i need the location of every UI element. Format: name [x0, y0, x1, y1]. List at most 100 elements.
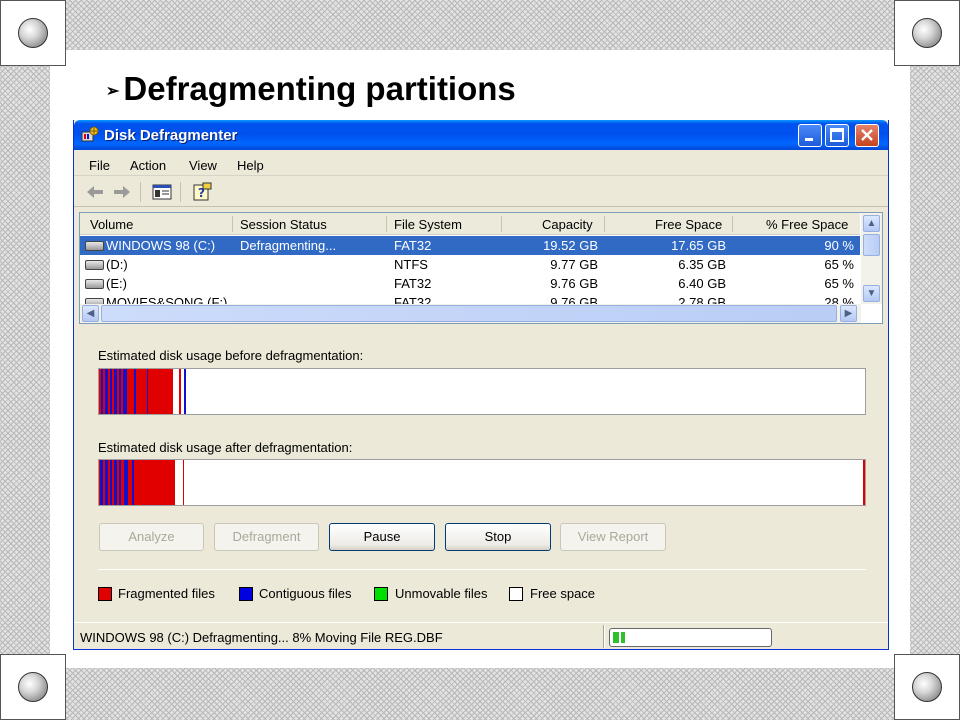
file-system: FAT32 — [394, 276, 432, 291]
volume-name: (E:) — [106, 276, 127, 291]
help-button[interactable]: ? — [190, 181, 214, 203]
scroll-left-button[interactable]: ◀ — [82, 305, 99, 322]
show-hide-tree-button[interactable] — [150, 181, 174, 203]
contiguous-segment — [110, 460, 112, 505]
free-space: 6.40 GB — [678, 276, 726, 291]
legend-free-space: Free space — [530, 586, 596, 601]
fragmented-segment — [863, 460, 865, 505]
status-divider — [603, 625, 605, 648]
defrag-progress-bar — [609, 628, 772, 647]
percent-free-space: 65 % — [824, 257, 854, 272]
divider-line — [98, 569, 866, 570]
title-bar[interactable]: Disk Defragmenter — [74, 120, 888, 150]
stop-button[interactable]: Stop — [445, 523, 551, 551]
volume-name: (D:) — [106, 257, 128, 272]
volume-row[interactable]: WINDOWS 98 (C:) Defragmenting... FAT32 1… — [80, 236, 860, 255]
menu-help[interactable]: Help — [237, 158, 264, 173]
horizontal-scrollbar[interactable]: ◀ ▶ — [80, 304, 861, 323]
free-space: 17.65 GB — [671, 238, 726, 253]
frame-left-band — [0, 0, 50, 720]
volume-list-header: Volume Session Status File System Capaci… — [80, 213, 860, 235]
scroll-up-button[interactable]: ▲ — [863, 215, 880, 232]
defragment-button[interactable]: Defragment — [214, 523, 319, 551]
column-header-volume[interactable]: Volume — [90, 217, 133, 232]
help-icon: ? — [193, 182, 212, 201]
column-header-percent-free-space[interactable]: % Free Space — [766, 217, 848, 232]
maximize-button[interactable] — [825, 124, 849, 147]
horizontal-scroll-thumb[interactable] — [101, 305, 837, 322]
column-divider[interactable] — [501, 216, 502, 232]
forward-arrow-icon — [114, 186, 130, 198]
legend-fragmented-files: Fragmented files — [118, 586, 215, 601]
column-header-free-space[interactable]: Free Space — [655, 217, 722, 232]
after-defrag-label: Estimated disk usage after defragmentati… — [98, 440, 353, 455]
disk-usage-before-map — [98, 368, 866, 415]
fragmented-files-swatch — [98, 587, 112, 601]
slide-title-text: Defragmenting partitions — [123, 70, 516, 107]
column-header-session-status[interactable]: Session Status — [240, 217, 327, 232]
fragmented-segment — [183, 460, 184, 505]
volume-row[interactable]: (E:) FAT32 9.76 GB 6.40 GB 65 % — [80, 274, 860, 293]
column-divider[interactable] — [232, 216, 233, 232]
contiguous-segment — [124, 460, 128, 505]
frame-corner-bottom-right — [894, 654, 960, 720]
contiguous-segment — [114, 369, 117, 414]
contiguous-files-swatch — [239, 587, 253, 601]
contiguous-segment — [134, 369, 136, 414]
view-report-button[interactable]: View Report — [560, 523, 666, 551]
contiguous-segment — [114, 460, 117, 505]
menu-action[interactable]: Action — [130, 158, 166, 173]
column-divider[interactable] — [604, 216, 605, 232]
rivet-icon — [912, 672, 942, 702]
free-space: 6.35 GB — [678, 257, 726, 272]
contiguous-segment — [123, 369, 127, 414]
column-header-capacity[interactable]: Capacity — [542, 217, 593, 232]
toolbar-separator — [140, 182, 141, 202]
contiguous-segment — [132, 460, 134, 505]
status-bar: WINDOWS 98 (C:) Defragmenting... 8% Movi… — [74, 622, 888, 649]
hard-drive-icon — [85, 260, 104, 270]
column-divider[interactable] — [386, 216, 387, 232]
analyze-button[interactable]: Analyze — [99, 523, 204, 551]
vertical-scroll-thumb[interactable] — [863, 234, 880, 256]
capacity: 9.77 GB — [550, 257, 598, 272]
show-hide-console-tree-icon — [152, 184, 172, 200]
frame-corner-top-right — [894, 0, 960, 66]
percent-free-space: 65 % — [824, 276, 854, 291]
disk-defragmenter-window: Disk Defragmenter File Action View Help … — [73, 120, 889, 650]
file-system: NTFS — [394, 257, 428, 272]
volume-row[interactable]: (D:) NTFS 9.77 GB 6.35 GB 65 % — [80, 255, 860, 274]
frame-bottom-band — [0, 668, 960, 720]
menu-view[interactable]: View — [189, 158, 217, 173]
scroll-right-button[interactable]: ▶ — [840, 305, 857, 322]
progress-fill — [613, 632, 625, 643]
unmovable-files-swatch — [374, 587, 388, 601]
arrow-bullet-icon: ➢ — [106, 83, 120, 101]
volume-list[interactable]: Volume Session Status File System Capaci… — [79, 212, 883, 324]
contiguous-segment — [119, 369, 121, 414]
scroll-down-button[interactable]: ▼ — [863, 285, 880, 302]
column-divider[interactable] — [732, 216, 733, 232]
session-status: Defragmenting... — [240, 238, 337, 253]
toolbar-separator — [180, 182, 181, 202]
capacity: 9.76 GB — [550, 276, 598, 291]
legend-unmovable-files: Unmovable files — [395, 586, 488, 601]
close-icon — [861, 129, 873, 141]
close-button[interactable] — [855, 124, 879, 147]
free-space-swatch — [509, 587, 523, 601]
column-header-file-system[interactable]: File System — [394, 217, 462, 232]
status-text: WINDOWS 98 (C:) Defragmenting... 8% Movi… — [80, 630, 443, 645]
toolbar: ? — [74, 177, 888, 207]
contiguous-segment — [119, 460, 121, 505]
back-button[interactable] — [83, 181, 107, 203]
vertical-scrollbar[interactable]: ▲ ▼ — [861, 213, 882, 304]
menu-file[interactable]: File — [89, 158, 110, 173]
minimize-button[interactable] — [798, 124, 822, 147]
contiguous-segment — [101, 369, 103, 414]
frame-right-band — [910, 0, 960, 720]
legend-contiguous-files: Contiguous files — [259, 586, 352, 601]
contiguous-segment — [100, 460, 103, 505]
forward-button[interactable] — [110, 181, 134, 203]
hard-drive-icon — [85, 279, 104, 289]
pause-button[interactable]: Pause — [329, 523, 435, 551]
